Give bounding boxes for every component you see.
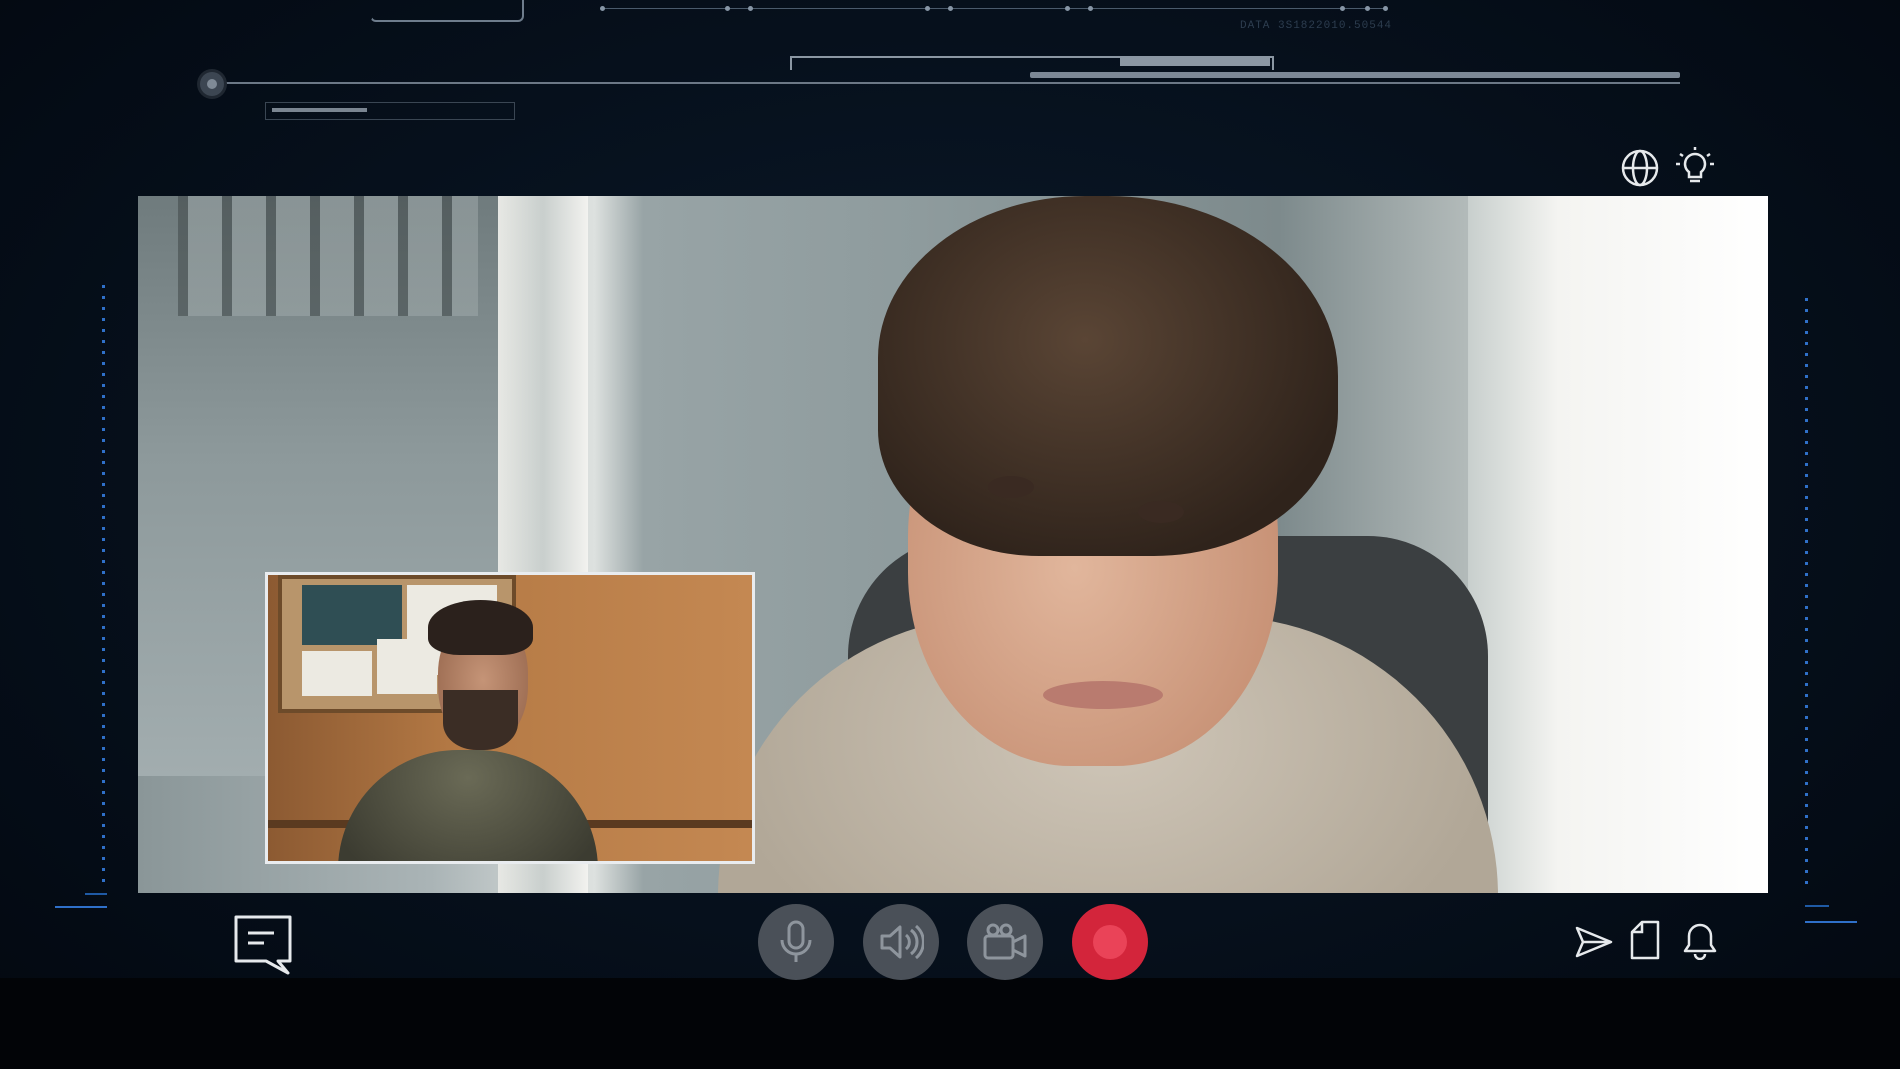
left-side-marker: [55, 906, 107, 908]
self-beard: [443, 690, 518, 750]
right-side-ticks: [1805, 298, 1809, 892]
mic-button[interactable]: [758, 904, 834, 980]
right-side-marker-2: [1805, 905, 1829, 907]
hud-accent-line: [1030, 72, 1680, 78]
participant-eye-right: [1138, 501, 1184, 523]
participant-hair: [878, 196, 1338, 556]
send-icon: [1575, 926, 1613, 958]
left-side-marker-2: [85, 893, 107, 895]
right-side-marker: [1805, 921, 1857, 923]
hud-bracket-fill: [1120, 56, 1270, 66]
participant-eye-left: [988, 476, 1034, 498]
chat-button[interactable]: [232, 913, 294, 982]
chat-icon: [234, 915, 292, 975]
notifications-button[interactable]: [1682, 922, 1718, 965]
hud-timeline-knob[interactable]: [200, 72, 224, 96]
record-icon: [1093, 925, 1127, 959]
camera-button[interactable]: [967, 904, 1043, 980]
self-hair: [428, 600, 533, 655]
lightbulb-button[interactable]: [1674, 146, 1716, 188]
participant-mouth: [1043, 681, 1163, 709]
speaker-button[interactable]: [863, 904, 939, 980]
record-button[interactable]: [1072, 904, 1148, 980]
send-button[interactable]: [1575, 925, 1613, 964]
lightbulb-icon: [1676, 147, 1714, 183]
document-button[interactable]: [1630, 920, 1660, 965]
bell-icon: [1683, 923, 1717, 961]
document-icon: [1630, 920, 1660, 960]
self-jacket: [338, 750, 598, 861]
hud-mini-progress-fill: [272, 108, 367, 112]
bottom-bar: [0, 978, 1900, 1069]
local-video[interactable]: [265, 572, 755, 864]
hud-timeline: [215, 82, 1680, 84]
globe-button[interactable]: [1620, 148, 1660, 188]
microphone-icon: [780, 920, 812, 962]
globe-icon: [1621, 149, 1659, 187]
background-bright-window: [1468, 196, 1768, 893]
hud-top-tab: [370, 0, 524, 22]
hud-dot-line: [600, 6, 1388, 11]
camera-icon: [983, 923, 1027, 960]
speaker-icon: [880, 924, 924, 960]
hud-data-readout: DATA 3S1822010.50544: [1240, 20, 1393, 32]
left-side-ticks: [102, 285, 106, 890]
